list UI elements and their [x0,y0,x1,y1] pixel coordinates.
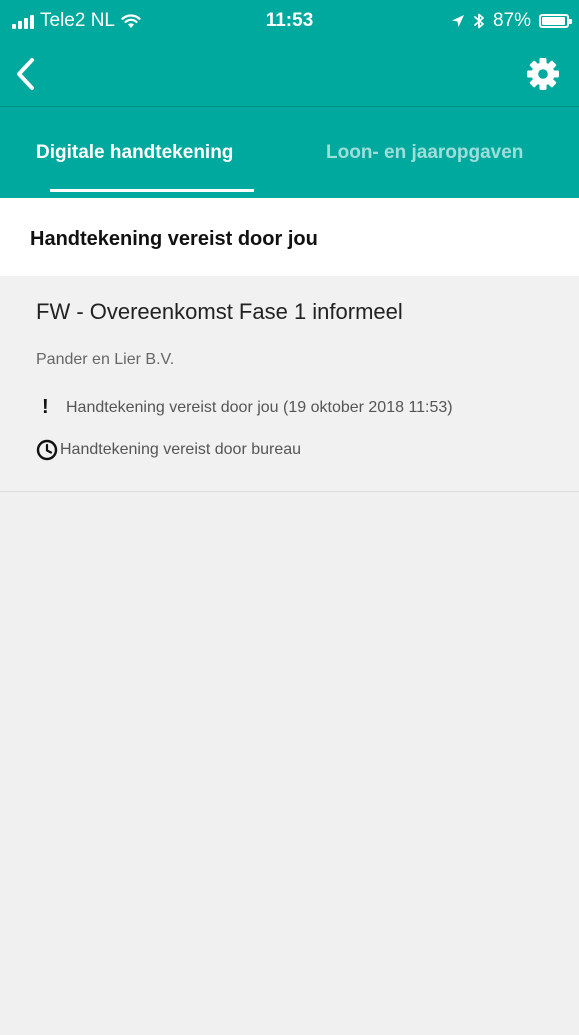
app-header: Tele2 NL 11:53 87% Digitale handtekening… [0,0,579,198]
status-bar: Tele2 NL 11:53 87% [0,0,579,46]
back-button[interactable] [14,54,54,94]
bluetooth-icon [474,13,484,29]
clock-icon [36,439,58,461]
active-tab-indicator [50,189,254,192]
status-row-user: ! Handtekening vereist door jou (19 okto… [36,396,453,419]
tab-digitale-handtekening[interactable]: Digitale handtekening [36,107,233,198]
settings-button[interactable] [525,56,561,92]
chevron-left-icon [17,58,34,90]
document-company: Pander en Lier B.V. [36,351,175,368]
tab-bar: Digitale handtekening Loon- en jaaropgav… [0,107,579,198]
status-text-user: Handtekening vereist door jou (19 oktobe… [66,398,453,416]
location-arrow-icon [451,15,464,27]
tab-loon-en-jaaropgaven[interactable]: Loon- en jaaropgaven [326,107,523,198]
exclamation-icon: ! [42,396,49,418]
document-list-item[interactable]: FW - Overeenkomst Fase 1 informeel Pande… [0,276,579,492]
gear-icon [527,58,559,90]
battery-percent: 87% [492,10,531,31]
status-right: 87% [451,10,572,32]
section-header: Handtekening vereist door jou [0,198,579,276]
nav-bar [0,46,579,104]
section-title: Handtekening vereist door jou [30,228,318,250]
status-text-bureau: Handtekening vereist door bureau [60,441,302,458]
status-row-bureau: Handtekening vereist door bureau [36,439,301,461]
document-title: FW - Overeenkomst Fase 1 informeel [36,299,403,324]
battery-icon [539,14,572,28]
